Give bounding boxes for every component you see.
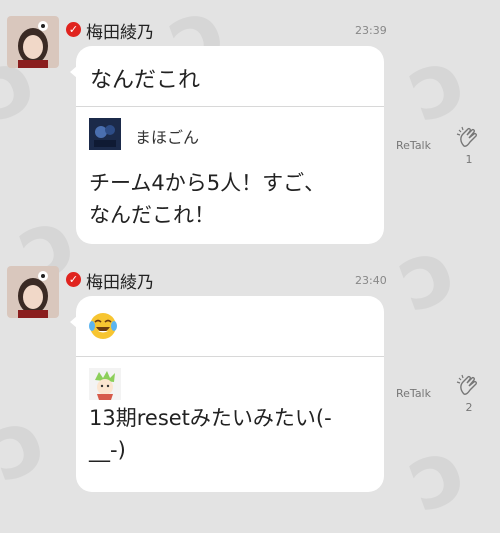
verified-icon: ✓ — [66, 272, 81, 287]
quoted-text-line: なんだこれ！ — [89, 203, 215, 227]
clap-icon — [456, 374, 477, 395]
quoted-text: 13期resetみたいみたい(- __-) — [89, 402, 379, 466]
timestamp: 23:39 — [355, 24, 387, 37]
clap-button[interactable]: 2 — [451, 374, 487, 414]
quoted-avatar — [89, 368, 121, 400]
author-name[interactable]: 梅田綾乃 — [86, 18, 154, 43]
clap-count: 2 — [465, 401, 473, 414]
avatar[interactable] — [7, 16, 59, 68]
quoted-post[interactable]: 13期resetみたいみたい(- __-) — [76, 357, 384, 492]
quoted-text-line: 13期resetみたいみたい(- — [89, 406, 332, 430]
clap-button[interactable]: 1 — [451, 126, 487, 166]
message-bubble[interactable]: 13期resetみたいみたい(- __-) — [70, 296, 384, 492]
quoted-avatar — [89, 118, 121, 150]
quoted-author: まほごん — [135, 128, 200, 147]
tears-of-joy-emoji-icon — [89, 313, 117, 339]
quoted-text-line: __-) — [89, 438, 126, 462]
author-name[interactable]: 梅田綾乃 — [86, 268, 154, 293]
message-text: なんだこれ — [90, 68, 201, 93]
verified-icon: ✓ — [66, 22, 81, 37]
clap-icon — [456, 126, 477, 147]
quoted-text: チーム4から5人！すご、 なんだこれ！ — [89, 167, 379, 231]
quoted-post[interactable]: まほごん チーム4から5人！すご、 なんだこれ！ — [76, 107, 384, 244]
message-bubble[interactable]: なんだこれ まほごん チーム4から5人！すご、 なんだこれ！ — [70, 46, 384, 244]
retalk-button[interactable]: ReTalk — [396, 387, 431, 400]
talk-post: ✓ 梅田綾乃 23:40 13期resetみたいみたい(- __-) ReTal… — [0, 266, 500, 500]
quoted-text-line: チーム4から5人！すご、 — [89, 171, 326, 195]
message-emoji-row — [76, 296, 384, 356]
timestamp: 23:40 — [355, 274, 387, 287]
avatar[interactable] — [7, 266, 59, 318]
talk-post: ✓ 梅田綾乃 23:39 なんだこれ まほごん チーム4から5人！すご、 なんだ… — [0, 16, 500, 248]
retalk-button[interactable]: ReTalk — [396, 139, 431, 152]
clap-count: 1 — [465, 153, 473, 166]
